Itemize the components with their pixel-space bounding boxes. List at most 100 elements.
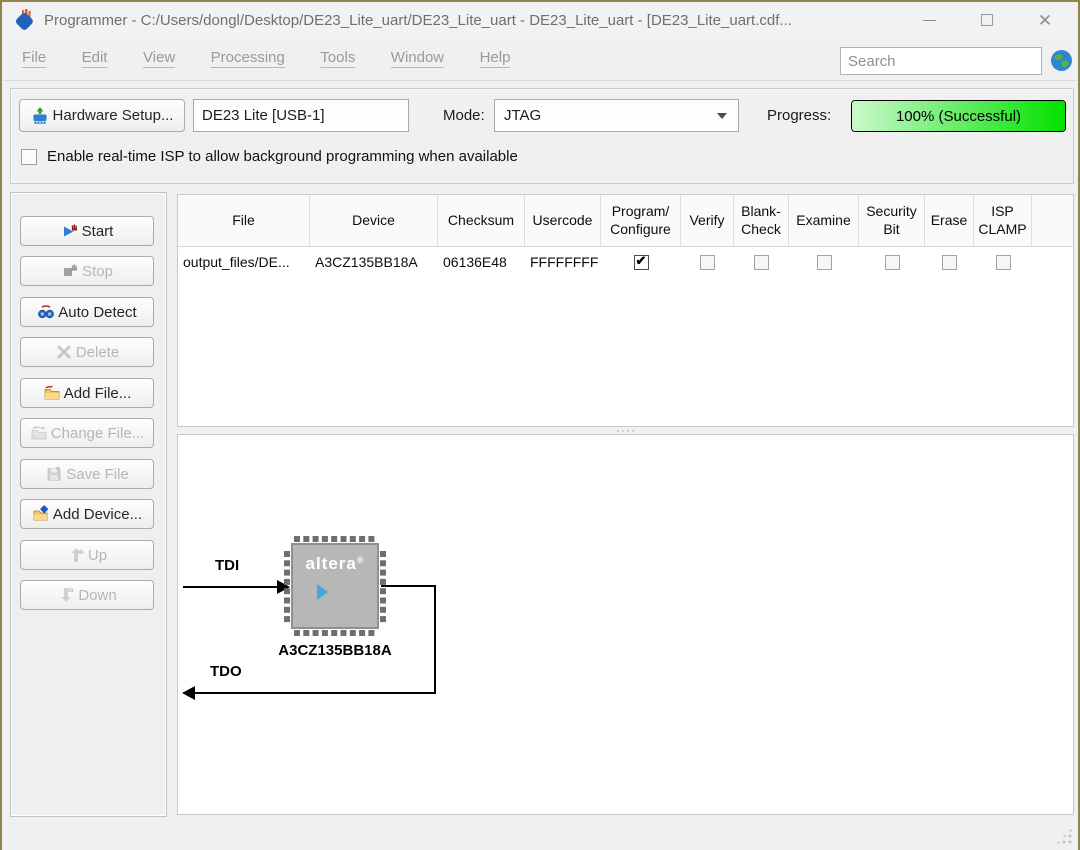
mode-select[interactable]: JTAG xyxy=(494,99,739,132)
cell-file: output_files/DE... xyxy=(183,254,290,270)
window-controls: ✕ xyxy=(900,2,1074,38)
change-file-icon xyxy=(30,424,48,442)
status-bar xyxy=(2,817,1078,850)
col-security-bit[interactable]: Security Bit xyxy=(859,195,925,246)
hardware-setup-label: Hardware Setup... xyxy=(52,107,174,124)
examine-checkbox[interactable] xyxy=(816,254,832,270)
menu-window[interactable]: Window xyxy=(380,47,455,69)
start-icon xyxy=(61,222,79,240)
panel-splitter[interactable] xyxy=(177,427,1074,434)
save-file-label: Save File xyxy=(66,465,129,483)
add-file-icon xyxy=(43,384,61,402)
maximize-icon xyxy=(981,14,993,26)
program-configure-checkbox[interactable] xyxy=(633,254,649,270)
add-file-button[interactable]: Add File... xyxy=(20,378,154,408)
start-button[interactable]: Start xyxy=(20,216,154,246)
auto-detect-icon xyxy=(37,303,55,321)
blank-check-checkbox[interactable] xyxy=(754,254,769,270)
col-checksum[interactable]: Checksum xyxy=(438,195,525,246)
delete-label: Delete xyxy=(75,343,120,361)
menu-bar: File Edit View Processing Tools Window H… xyxy=(2,38,1078,81)
menu-edit[interactable]: Edit xyxy=(71,47,119,69)
stop-label: Stop xyxy=(82,262,113,280)
save-file-icon xyxy=(45,465,63,483)
program-file-table: File Device Checksum Usercode Program/ C… xyxy=(177,194,1074,427)
col-erase[interactable]: Erase xyxy=(925,195,974,246)
start-label: Start xyxy=(81,222,114,240)
resize-grip-icon[interactable] xyxy=(1055,827,1073,845)
menu-tools[interactable]: Tools xyxy=(309,47,366,69)
cell-security-bit xyxy=(859,254,925,270)
close-icon: ✕ xyxy=(1037,10,1053,30)
progress-bar: 100% (Successful) xyxy=(851,100,1066,132)
globe-icon[interactable] xyxy=(1050,49,1073,72)
cell-checksum: 06136E48 xyxy=(443,254,507,270)
programmer-window: Programmer - C:/Users/dongl/Desktop/DE23… xyxy=(0,0,1080,850)
quartus-app-icon xyxy=(15,9,33,30)
auto-detect-button[interactable]: Auto Detect xyxy=(20,297,154,327)
col-device[interactable]: Device xyxy=(310,195,438,246)
isp-clamp-checkbox[interactable] xyxy=(995,254,1011,270)
menu-view[interactable]: View xyxy=(132,47,186,69)
hardware-name-value: DE23 Lite [USB-1] xyxy=(202,107,325,124)
change-file-button[interactable]: Change File... xyxy=(20,418,154,448)
delete-icon xyxy=(55,343,73,361)
col-isp-clamp[interactable]: ISP CLAMP xyxy=(974,195,1032,246)
menu-help[interactable]: Help xyxy=(469,47,522,69)
window-title: Programmer - C:/Users/dongl/Desktop/DE23… xyxy=(44,11,792,29)
progress-text: 100% (Successful) xyxy=(895,107,1022,125)
col-usercode[interactable]: Usercode xyxy=(525,195,601,246)
cell-device: A3CZ135BB18A xyxy=(315,254,418,270)
save-file-button[interactable]: Save File xyxy=(20,459,154,489)
cell-usercode: FFFFFFFF xyxy=(530,254,599,270)
altera-triangle-icon xyxy=(317,584,328,600)
menu-processing[interactable]: Processing xyxy=(200,47,296,69)
title-bar: Programmer - C:/Users/dongl/Desktop/DE23… xyxy=(2,2,1078,38)
minimize-icon xyxy=(922,19,936,21)
down-label: Down xyxy=(78,586,117,604)
mode-value: JTAG xyxy=(504,107,542,124)
delete-button[interactable]: Delete xyxy=(20,337,154,367)
col-examine[interactable]: Examine xyxy=(789,195,859,246)
col-verify[interactable]: Verify xyxy=(681,195,734,246)
table-header: File Device Checksum Usercode Program/ C… xyxy=(178,195,1073,247)
up-arrow-icon xyxy=(67,546,85,564)
add-device-button[interactable]: Add Device... xyxy=(20,499,154,529)
security-bit-checkbox[interactable] xyxy=(884,254,900,270)
hardware-name-field: DE23 Lite [USB-1] xyxy=(193,99,409,132)
up-label: Up xyxy=(87,546,108,564)
verify-checkbox[interactable] xyxy=(700,254,715,270)
fpga-chip[interactable]: altera® xyxy=(292,544,378,628)
col-filler xyxy=(1032,195,1073,246)
col-blank-check[interactable]: Blank- Check xyxy=(734,195,789,246)
chevron-down-icon xyxy=(717,112,727,119)
col-file[interactable]: File xyxy=(178,195,310,246)
stop-icon xyxy=(61,262,79,280)
maximize-button[interactable] xyxy=(958,2,1016,38)
cell-blank-check xyxy=(734,254,789,270)
isp-checkbox[interactable] xyxy=(21,148,37,165)
change-file-label: Change File... xyxy=(50,424,145,442)
down-button[interactable]: Down xyxy=(20,580,154,610)
stop-button[interactable]: Stop xyxy=(20,256,154,286)
erase-checkbox[interactable] xyxy=(942,254,957,270)
col-program-configure[interactable]: Program/ Configure xyxy=(601,195,681,246)
down-arrow-icon xyxy=(57,586,75,604)
up-button[interactable]: Up xyxy=(20,540,154,570)
minimize-button[interactable] xyxy=(900,2,958,38)
table-row[interactable]: output_files/DE... A3CZ135BB18A 06136E48… xyxy=(178,247,1073,277)
close-button[interactable]: ✕ xyxy=(1016,2,1074,38)
menu-file[interactable]: File xyxy=(11,47,57,69)
hardware-setup-button[interactable]: Hardware Setup... xyxy=(19,99,185,132)
hardware-setup-group: Hardware Setup... DE23 Lite [USB-1] Mode… xyxy=(10,88,1074,184)
auto-detect-label: Auto Detect xyxy=(58,303,137,321)
search-input[interactable] xyxy=(840,47,1042,75)
cell-verify xyxy=(681,254,734,270)
add-device-icon xyxy=(32,505,50,523)
cell-isp-clamp xyxy=(974,254,1032,270)
tdo-label: TDO xyxy=(210,663,242,680)
isp-checkbox-label: Enable real-time ISP to allow background… xyxy=(47,148,518,165)
altera-logo: altera® xyxy=(305,554,365,573)
mode-label: Mode: xyxy=(443,107,485,124)
chip-name-label: A3CZ135BB18A xyxy=(278,642,392,659)
